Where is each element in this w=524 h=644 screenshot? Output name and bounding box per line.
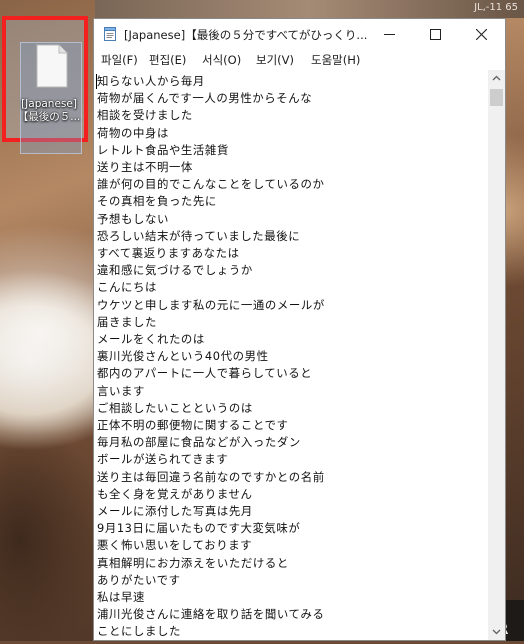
window-title: [Japanese]【最後の５分ですべてがひっくり... xyxy=(124,28,368,42)
scroll-down-button[interactable] xyxy=(488,623,505,640)
minimize-icon xyxy=(384,34,395,35)
desktop-file-icon-highlight[interactable]: [Japanese] 【最後の５... xyxy=(2,16,88,154)
text-line: 浦川光俊さんに連絡を取り話を聞いてみる xyxy=(97,607,325,622)
scroll-up-arrow-icon xyxy=(492,75,501,81)
text-line: 私は早速 xyxy=(97,590,145,604)
close-button[interactable] xyxy=(459,19,505,49)
text-line: メールをくれたのは xyxy=(97,332,205,346)
text-line: ウケツと申します私の元に一通のメールが xyxy=(97,297,325,312)
text-line: 送り主は不明一体 xyxy=(97,160,193,174)
menu-view[interactable]: 보기(V) xyxy=(256,52,294,68)
menu-file[interactable]: 파일(F) xyxy=(101,52,138,68)
title-bar[interactable]: [Japanese]【最後の５分ですべてがひっくり... xyxy=(94,19,505,49)
text-line: 9月13日に届いたものです大変気味が xyxy=(97,521,301,536)
text-line: も全く身を覚えがありません xyxy=(97,486,253,501)
maximize-button[interactable] xyxy=(413,19,459,49)
text-line: こんにちは xyxy=(97,280,157,295)
text-line: 送り主は毎回違う名前なのですかとの名前 xyxy=(97,469,325,484)
menu-edit[interactable]: 편집(E) xyxy=(149,52,186,68)
text-line: 荷物の中身は xyxy=(97,125,169,140)
notepad-window: [Japanese]【最後の５分ですべてがひっくり... 파일(F) 편집(E)… xyxy=(93,18,506,641)
text-line: レトルト食品や生活雑貨 xyxy=(97,142,229,157)
minimize-button[interactable] xyxy=(367,19,413,49)
text-line: 予想もしない xyxy=(97,211,169,226)
scroll-up-button[interactable] xyxy=(488,70,505,87)
text-line: 正体不明の郵便物に関することです xyxy=(97,418,289,432)
menu-bar: 파일(F) 편집(E) 서식(O) 보기(V) 도움말(H) xyxy=(94,49,505,70)
menu-help[interactable]: 도움말(H) xyxy=(311,52,360,68)
text-line: 裏川光俊さんという40代の男性 xyxy=(97,349,269,364)
text-line: 恐ろしい結末が待っていました最後に xyxy=(97,228,301,243)
text-line: 届きました xyxy=(97,314,157,329)
text-line: 悪く怖い思いをしております xyxy=(97,538,253,553)
background-taskbar-strip: JL,-11 65 xyxy=(95,0,524,18)
text-line: 知らない人から毎月 xyxy=(97,74,205,88)
text-line: 相談を受けました xyxy=(97,108,193,123)
text-line: 違和感に気づけるでしょうか xyxy=(97,263,253,278)
text-line: 荷物が届くんです一人の男性からそんな xyxy=(97,91,313,106)
maximize-icon xyxy=(430,29,441,40)
text-line: その真相を負った先に xyxy=(97,194,217,209)
text-file-icon xyxy=(36,44,68,88)
text-editor-area[interactable]: 知らない人から毎月荷物が届くんです一人の男性からそんな 相談を受けました 荷物の中身… xyxy=(94,70,488,640)
close-icon xyxy=(476,29,487,40)
text-line: ご相談したいことというのは xyxy=(97,400,253,415)
text-line: メールに添付した写真は先月 xyxy=(97,504,253,518)
menu-format[interactable]: 서식(O) xyxy=(202,52,241,68)
text-line: 誰が何の目的でこんなことをしているのか xyxy=(97,177,325,192)
text-line: ありがたいです xyxy=(97,572,181,587)
text-line: 都内のアパートに一人で暮らしていると xyxy=(97,366,313,381)
notepad-app-icon xyxy=(104,27,116,41)
scroll-down-arrow-icon xyxy=(492,629,501,635)
text-line: ことにしました xyxy=(97,624,181,639)
text-line: 毎月私の部屋に食品などが入ったダン xyxy=(97,435,301,450)
desktop-icon-label: [Japanese] 【最後の５... xyxy=(17,98,81,123)
vertical-scrollbar[interactable] xyxy=(488,70,505,640)
text-line: すべて裏返りますあなたは xyxy=(97,246,240,260)
text-line: 真相解明にお力添えをいただけると xyxy=(97,555,289,570)
background-strip-text: JL,-11 65 xyxy=(474,2,518,13)
scroll-thumb[interactable] xyxy=(490,89,503,106)
text-line: 言います xyxy=(97,383,145,398)
text-line: ボールが送られてきます xyxy=(97,452,229,467)
